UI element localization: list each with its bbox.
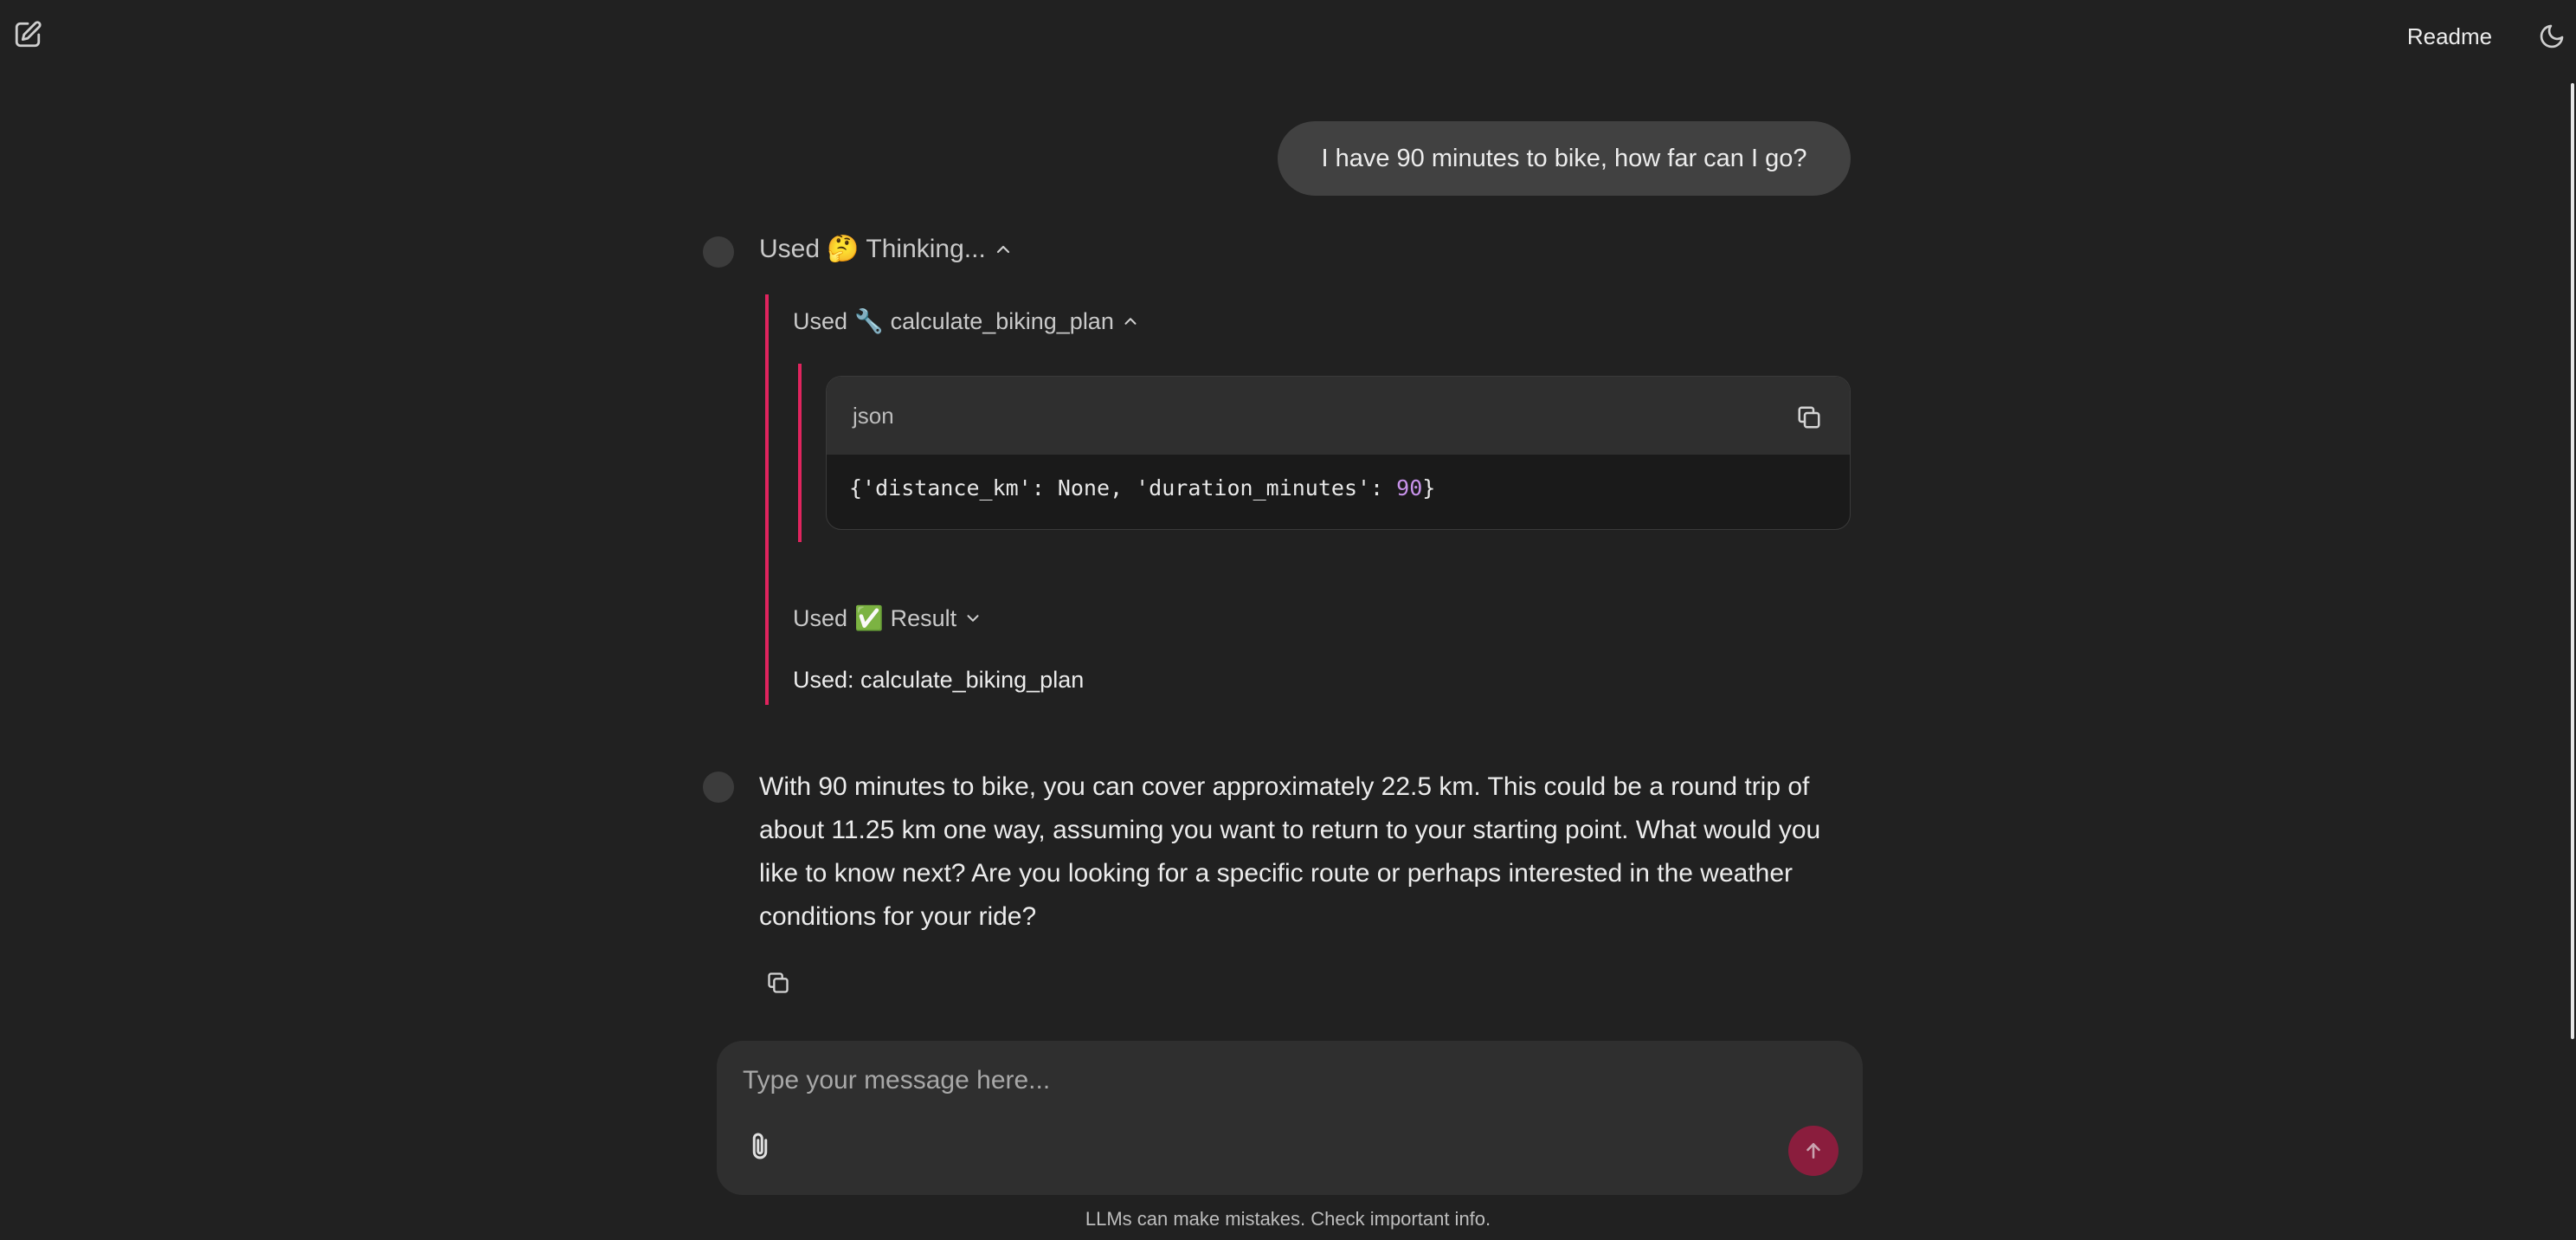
- result-step-toggle[interactable]: Used ✅ Result: [793, 604, 982, 632]
- code-language-label: json: [853, 403, 894, 429]
- theme-toggle-button[interactable]: [2534, 17, 2569, 55]
- copy-icon: [1798, 406, 1820, 429]
- wrench-emoji: 🔧: [854, 308, 884, 335]
- user-message: I have 90 minutes to bike, how far can I…: [1278, 121, 1851, 196]
- top-bar: Readme: [0, 0, 2576, 73]
- code-content: {'distance_km': None, 'duration_minutes'…: [849, 475, 1435, 501]
- tool-step-toggle[interactable]: Used 🔧 calculate_biking_plan: [793, 307, 1140, 335]
- disclaimer-text: LLMs can make mistakes. Check important …: [1085, 1208, 1491, 1230]
- paperclip-icon: [752, 1133, 768, 1159]
- result-step-prefix: Used: [793, 604, 848, 631]
- code-block-header: json: [827, 377, 1850, 455]
- chevron-down-icon: [967, 615, 979, 622]
- code-text: {'distance_km': None, 'duration_minutes'…: [849, 475, 1397, 501]
- check-emoji: ✅: [854, 605, 884, 632]
- new-chat-button[interactable]: [10, 17, 45, 52]
- thinking-step-label: Thinking...: [866, 234, 986, 263]
- copy-code-button[interactable]: [1794, 403, 1824, 432]
- thinking-step-prefix: Used: [759, 234, 821, 263]
- assistant-message: With 90 minutes to bike, you can cover a…: [759, 772, 1821, 931]
- assistant-avatar: [703, 236, 734, 268]
- chevron-up-icon: [1124, 318, 1137, 325]
- scrollbar[interactable]: [2571, 83, 2574, 1039]
- result-step-label: Result: [890, 604, 957, 631]
- message-composer: [717, 1041, 1863, 1195]
- message-input[interactable]: [741, 1056, 1832, 1105]
- thinking-block-border: [765, 294, 769, 705]
- moon-icon: [2540, 24, 2564, 48]
- attach-button[interactable]: [741, 1126, 779, 1169]
- tool-step-label: calculate_biking_plan: [890, 307, 1114, 334]
- tool-block-border: [798, 364, 802, 542]
- user-message-text: I have 90 minutes to bike, how far can I…: [1321, 144, 1807, 172]
- tool-step-prefix: Used: [793, 307, 848, 334]
- copy-message-button[interactable]: [762, 966, 795, 999]
- arrow-up-icon: [1806, 1143, 1820, 1159]
- assistant-avatar: [703, 772, 734, 803]
- code-block: json {'distance_km': None, 'duration_min…: [826, 376, 1851, 530]
- chevron-up-icon: [996, 245, 1009, 253]
- thinking-step-toggle[interactable]: Used 🤔 Thinking...: [759, 234, 1014, 264]
- tool-result-text: Used: calculate_biking_plan: [793, 667, 1085, 693]
- send-button[interactable]: [1788, 1126, 1839, 1176]
- readme-button[interactable]: Readme: [2389, 17, 2510, 55]
- thinking-emoji: 🤔: [827, 234, 860, 264]
- copy-icon: [768, 972, 789, 993]
- code-text-end: }: [1422, 475, 1436, 501]
- code-number: 90: [1396, 475, 1423, 501]
- edit-icon: [15, 21, 42, 48]
